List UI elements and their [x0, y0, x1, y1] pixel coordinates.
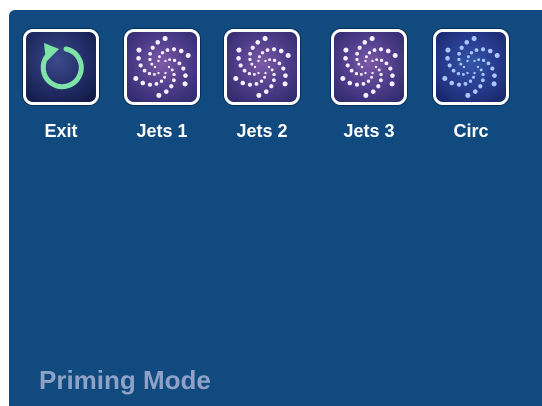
- circ-label: Circ: [453, 121, 489, 141]
- jets-pinwheel-icon: [340, 36, 398, 98]
- mode-title: Priming Mode: [39, 365, 211, 395]
- circ-pinwheel-icon: [442, 36, 500, 98]
- circ-button[interactable]: [433, 29, 509, 105]
- exit-label: Exit: [44, 121, 78, 141]
- jets-2-button[interactable]: [224, 29, 300, 105]
- jets-pinwheel-icon: [233, 36, 291, 98]
- jets-1-button[interactable]: [124, 29, 200, 105]
- jets-1-label: Jets 1: [136, 121, 188, 141]
- jets-3-label: Jets 3: [343, 121, 395, 141]
- jets-3-button[interactable]: [331, 29, 407, 105]
- jets-pinwheel-icon: [133, 36, 191, 98]
- exit-arrow-icon: [40, 43, 84, 90]
- exit-button[interactable]: [23, 29, 99, 105]
- jets-2-label: Jets 2: [236, 121, 288, 141]
- priming-screen: Exit Jets 1 Jets 2 Jets 3 Circ Priming M…: [9, 10, 542, 406]
